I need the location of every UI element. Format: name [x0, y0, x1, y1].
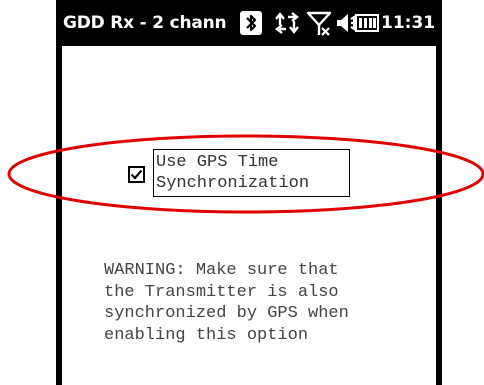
warning-line4: enabling this option	[104, 325, 309, 345]
warning-line1: WARNING: Make sure that	[104, 261, 339, 280]
checkmark-icon	[130, 169, 143, 180]
settings-content: Use GPS Time Synchronization WARNING: Ma…	[62, 46, 436, 385]
title-bar: GDD Rx - 2 chann 11:31	[56, 0, 442, 46]
warning-line2: the Transmitter is also	[104, 282, 339, 302]
warning-line3: synchronized by GPS when	[104, 304, 349, 323]
clock[interactable]: 11:31	[381, 13, 435, 33]
gps-sync-label[interactable]: Use GPS Time Synchronization	[153, 149, 350, 197]
signal-no-service-icon[interactable]	[306, 9, 332, 37]
data-connection-icon[interactable]	[274, 9, 300, 37]
device-screen: GDD Rx - 2 chann 11:31 Use GPS Time Sync…	[56, 0, 442, 385]
bluetooth-icon[interactable]	[238, 9, 264, 37]
gps-sync-label-line1: Use GPS Time	[156, 153, 279, 172]
gps-sync-checkbox[interactable]	[128, 166, 145, 183]
warning-text: WARNING: Make sure that the Transmitter …	[104, 260, 434, 346]
gps-sync-label-line2: Synchronization	[156, 174, 310, 193]
battery-icon[interactable]	[352, 9, 380, 37]
app-title: GDD Rx - 2 chann	[63, 13, 227, 33]
